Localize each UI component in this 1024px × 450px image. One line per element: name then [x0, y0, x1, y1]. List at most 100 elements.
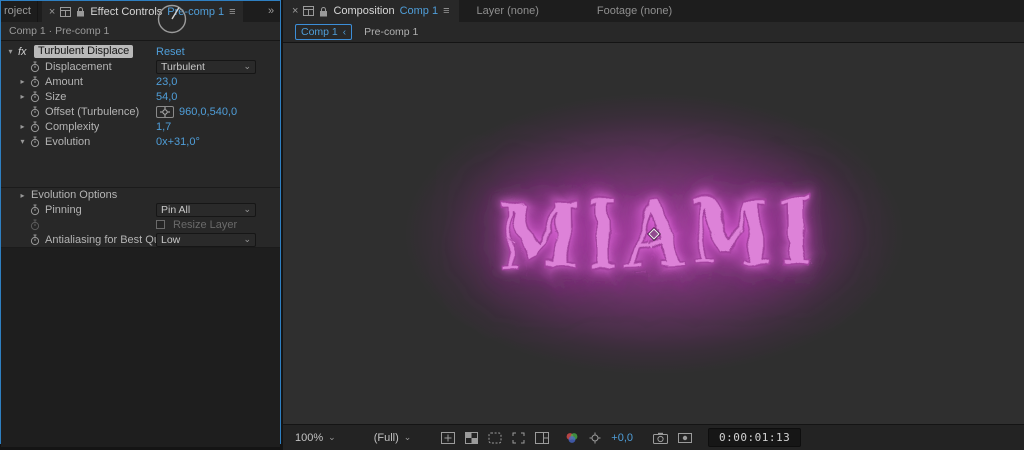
antialiasing-dropdown[interactable]: Low⌄ [156, 233, 256, 247]
pinning-dropdown[interactable]: Pin All⌄ [156, 203, 256, 217]
complexity-value[interactable]: 1,7 [156, 121, 171, 133]
twirl-open-icon[interactable]: ▾ [5, 47, 16, 56]
position-picker-icon[interactable] [156, 106, 174, 118]
effect-controls-panel: roject × Effect Controls Pre-comp 1 ≡ » … [0, 0, 281, 444]
timecode-display[interactable]: 0:00:01:13 [708, 428, 801, 447]
show-snapshot-icon[interactable] [678, 432, 692, 444]
view-layout-icon[interactable] [535, 432, 549, 444]
zoom-dropdown[interactable]: 100%⌄ [291, 432, 340, 444]
composition-subtabs: Comp 1 ‹ Pre-comp 1 [283, 22, 1024, 43]
subtab-comp1[interactable]: Comp 1 ‹ [295, 24, 352, 40]
chevron-down-icon: ⌄ [243, 234, 251, 245]
chevron-down-icon: ⌄ [243, 204, 251, 215]
param-row-offset: Offset (Turbulence) 960,0,540,0 [1, 104, 280, 119]
param-row-antialiasing: Antialiasing for Best Qua Low⌄ [1, 232, 280, 247]
resize-layer-label: Resize Layer [173, 219, 237, 231]
evolution-value[interactable]: 0x+31,0° [156, 136, 200, 148]
fast-previews-icon[interactable] [589, 432, 601, 444]
panel-grid-icon [60, 7, 71, 17]
tab-composition[interactable]: × Composition Comp 1 ≡ [283, 0, 459, 22]
param-label: Evolution [45, 136, 90, 148]
group-label[interactable]: Evolution Options [31, 189, 117, 201]
reset-button[interactable]: Reset [156, 46, 185, 58]
chevron-down-icon: ⌄ [404, 432, 412, 443]
tab-project-partial[interactable]: roject [1, 1, 38, 22]
region-of-interest-icon[interactable] [512, 432, 525, 444]
exposure-value[interactable]: +0,0 [611, 432, 633, 444]
twirl-closed-icon[interactable]: ▸ [17, 122, 28, 131]
panel-title: Effect Controls [90, 6, 162, 18]
close-icon[interactable]: × [292, 5, 298, 17]
param-label: Complexity [45, 121, 99, 133]
effect-parameter-list: ▾ fx Turbulent Displace Reset Displaceme… [1, 41, 280, 247]
param-row-size: ▸ Size 54,0 [1, 89, 280, 104]
subtab-precomp1[interactable]: Pre-comp 1 [364, 26, 418, 38]
chevron-down-icon: ⌄ [243, 61, 251, 72]
fx-badge-icon[interactable]: fx [18, 46, 32, 58]
panel-title-comp: Comp 1 [400, 5, 439, 17]
offset-value[interactable]: 960,0,540,0 [179, 106, 237, 118]
left-tab-bar: roject × Effect Controls Pre-comp 1 ≡ » [1, 1, 280, 22]
stopwatch-icon[interactable] [28, 121, 42, 133]
breadcrumb[interactable]: Comp 1 · Pre-comp 1 [1, 22, 280, 41]
channels-icon[interactable] [565, 432, 579, 444]
evolution-dial-row [1, 149, 280, 187]
param-label: Displacement [45, 61, 112, 73]
param-row-evolution-options: ▸ Evolution Options [1, 187, 280, 202]
mask-visibility-icon[interactable] [488, 432, 502, 444]
param-label: Antialiasing for Best Qua [45, 234, 166, 246]
composition-viewport[interactable]: MIAMI [283, 43, 1024, 424]
panel-grid-icon [303, 6, 314, 16]
stopwatch-icon[interactable] [28, 204, 42, 216]
panel-overflow-button[interactable]: » [262, 1, 280, 22]
stopwatch-icon[interactable] [28, 91, 42, 103]
close-icon[interactable]: × [49, 6, 55, 18]
stopwatch-icon[interactable] [28, 106, 42, 118]
tab-effect-controls[interactable]: × Effect Controls Pre-comp 1 ≡ [42, 1, 243, 22]
twirl-closed-icon[interactable]: ▸ [17, 92, 28, 101]
stopwatch-icon[interactable] [28, 136, 42, 148]
panel-title: Composition [333, 5, 394, 17]
param-row-displacement: Displacement Turbulent⌄ [1, 59, 280, 74]
lock-icon[interactable] [76, 6, 85, 17]
panel-empty-area [1, 247, 280, 447]
stopwatch-icon[interactable] [28, 76, 42, 88]
resize-layer-checkbox[interactable] [156, 220, 165, 229]
twirl-open-icon[interactable]: ▾ [17, 137, 28, 146]
stopwatch-icon[interactable] [28, 234, 42, 246]
amount-value[interactable]: 23,0 [156, 76, 177, 88]
param-label: Amount [45, 76, 83, 88]
evolution-dial[interactable] [156, 3, 188, 35]
composition-panel: × Composition Comp 1 ≡ Layer (none) Foot… [283, 0, 1024, 450]
param-row-complexity: ▸ Complexity 1,7 [1, 119, 280, 134]
chevron-down-icon: ⌄ [328, 432, 336, 443]
right-tab-bar: × Composition Comp 1 ≡ Layer (none) Foot… [283, 0, 1024, 22]
app-window: roject × Effect Controls Pre-comp 1 ≡ » … [0, 0, 1024, 450]
param-row-pinning: Pinning Pin All⌄ [1, 202, 280, 217]
param-row-resize-layer: Resize Layer [1, 217, 280, 232]
tab-bar-spacer [243, 1, 262, 22]
panel-menu-icon[interactable]: ≡ [229, 6, 235, 18]
stopwatch-icon[interactable] [28, 61, 42, 73]
param-row-amount: ▸ Amount 23,0 [1, 74, 280, 89]
panel-menu-icon[interactable]: ≡ [443, 5, 449, 17]
grid-guides-icon[interactable] [441, 432, 455, 444]
effect-header-row: ▾ fx Turbulent Displace Reset [1, 44, 280, 59]
param-label: Pinning [45, 204, 82, 216]
param-row-evolution: ▾ Evolution 0x+31,0° [1, 134, 280, 149]
size-value[interactable]: 54,0 [156, 91, 177, 103]
snapshot-camera-icon[interactable] [653, 432, 668, 444]
effect-name[interactable]: Turbulent Displace [34, 45, 133, 58]
param-label: Size [45, 91, 66, 103]
resolution-dropdown[interactable]: (Full)⌄ [370, 432, 416, 444]
tab-footage[interactable]: Footage (none) [597, 0, 672, 22]
twirl-closed-icon[interactable]: ▸ [17, 77, 28, 86]
stopwatch-icon-disabled [28, 219, 42, 231]
twirl-closed-icon[interactable]: ▸ [17, 191, 28, 200]
back-icon[interactable]: ‹ [343, 27, 346, 38]
viewport-toolbar: 100%⌄ (Full)⌄ [283, 424, 1024, 450]
tab-layer[interactable]: Layer (none) [477, 0, 539, 22]
displacement-dropdown[interactable]: Turbulent⌄ [156, 60, 256, 74]
transparency-grid-icon[interactable] [465, 432, 478, 444]
lock-icon[interactable] [319, 6, 328, 17]
